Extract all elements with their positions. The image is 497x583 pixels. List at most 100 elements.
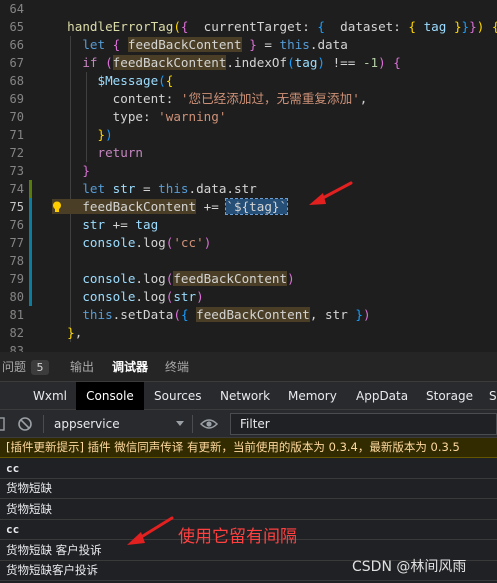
tab-output[interactable]: 输出 [70,352,94,382]
line-number: 81 [9,308,24,322]
console-warning-message: [插件更新提示] 插件 微信同声传译 有更新，当前使用的版本为 0.3.4，最新… [0,438,497,458]
code-line[interactable]: 81 this.setData({ feedBackContent, str }… [0,306,497,324]
tab-sources[interactable]: Sources [154,382,201,410]
code-token: .log [135,235,166,250]
code-line[interactable]: 74 let str = this.data.str [0,180,497,198]
code-token: 'cc' [173,235,204,250]
code-token: tag [135,217,159,232]
code-token: } [469,19,477,34]
code-line[interactable]: 64 [0,0,497,18]
context-selector[interactable]: appservice [54,410,120,438]
console-log-message: 货物短缺 [0,500,497,520]
tab-network[interactable]: Network [220,382,270,410]
code-token: ) [287,271,295,286]
code-line[interactable]: 77 console.log('cc') [0,234,497,252]
code-token: } [52,163,90,178]
code-line[interactable]: 75 feedBackContent += `${tag}` [0,198,497,216]
problems-count-badge: 5 [31,360,49,375]
code-token: { [393,55,401,70]
code-token: ( [158,73,166,88]
annotation-arrow-icon [127,516,174,545]
panel-tab-bar: 问题 5 输出 调试器 终端 [0,352,497,382]
code-token: let [52,181,113,196]
code-token: console [52,289,136,304]
line-number: 74 [9,182,24,196]
tab-more[interactable]: S [489,382,497,410]
eye-icon[interactable] [200,417,218,431]
chevron-down-icon[interactable] [176,421,184,426]
code-token: ) [196,289,204,304]
toolbar-divider [43,415,44,433]
annotation-text: 使用它留有间隔 [178,527,297,547]
code-line[interactable]: 69 content: '您已经添加过，无需重复添加', [0,90,497,108]
line-number: 65 [9,20,24,34]
tab-memory[interactable]: Memory [288,382,337,410]
filter-input[interactable]: Filter [230,413,497,435]
code-line[interactable]: 67 if (feedBackContent.indexOf(tag) !== … [0,54,497,72]
code-token: tag [294,55,318,70]
code-token: } [461,19,470,34]
code-line[interactable]: 76 str += tag [0,216,497,234]
sidebar-toggle-icon[interactable] [0,416,6,432]
code-line[interactable]: 66 let { feedBackContent } = this.data [0,36,497,54]
line-number: 78 [9,254,24,268]
code-editor[interactable]: 64 65 handleErrorTag({ currentTarget: { d… [0,0,497,352]
code-token: } [52,325,75,340]
tab-debugger[interactable]: 调试器 [112,352,148,382]
code-token: , str [309,307,356,322]
code-text: feedBackContent += `${tag}` [52,198,289,216]
code-line[interactable]: 79 console.log(feedBackContent) [0,270,497,288]
tab-appdata[interactable]: AppData [356,382,408,410]
code-token: } [52,127,106,142]
code-token: this [279,37,310,52]
line-number: 68 [9,74,24,88]
code-line[interactable]: 80 console.log(str) [0,288,497,306]
tab-wxml[interactable]: Wxml [33,382,69,410]
code-text: } [52,162,90,180]
console-toolbar: appservice Filter [0,410,497,438]
code-token: $Message [52,73,159,88]
code-line[interactable]: 70 type: 'warning' [0,108,497,126]
tab-terminal[interactable]: 终端 [165,352,189,382]
tab-console[interactable]: Console [76,382,144,410]
code-token: `${tag}` [225,198,289,215]
code-line[interactable]: 78 [0,252,497,270]
code-line[interactable]: 71 }) [0,126,497,144]
code-line[interactable]: 82 }, [0,324,497,342]
code-text: }, [52,324,82,342]
line-number: 80 [9,290,24,304]
devtools-tab-bar: Wxml Console Sources Network Memory AppD… [0,382,497,410]
line-number: 75 [9,200,24,214]
code-token: ( [173,19,181,34]
code-token: .log [135,289,166,304]
lightbulb-icon[interactable] [52,201,62,213]
code-token: if [52,55,106,70]
line-number: 67 [9,56,24,70]
code-token: { [180,19,189,34]
line-number: 70 [9,110,24,124]
code-token: -1 [362,55,379,70]
code-line[interactable]: 72 return [0,144,497,162]
console-log-message: cc [0,459,497,479]
code-token: type: [52,109,159,124]
console-log-message: 货物短缺 [0,479,497,499]
tab-storage[interactable]: Storage [426,382,473,410]
code-line[interactable]: 83 [0,342,497,352]
code-token: .indexOf [226,55,288,70]
line-number: 73 [9,164,24,178]
code-token: } [249,37,257,52]
code-token: str [52,217,106,232]
line-number: 72 [9,146,24,160]
code-token: !== [325,55,363,70]
tab-problems[interactable]: 问题 [2,352,26,382]
code-line[interactable]: 68 $Message({ [0,72,497,90]
code-token: .data.str [188,181,257,196]
code-text: }) [52,126,112,144]
code-token: ) [317,55,326,70]
code-token: feedBackContent [173,271,288,286]
code-line[interactable]: 65 handleErrorTag({ currentTarget: { dat… [0,18,497,36]
clear-console-icon[interactable] [17,416,33,432]
code-line[interactable]: 73 } [0,162,497,180]
code-token: 'warning' [158,109,227,124]
code-text: if (feedBackContent.indexOf(tag) !== -1)… [52,54,401,72]
